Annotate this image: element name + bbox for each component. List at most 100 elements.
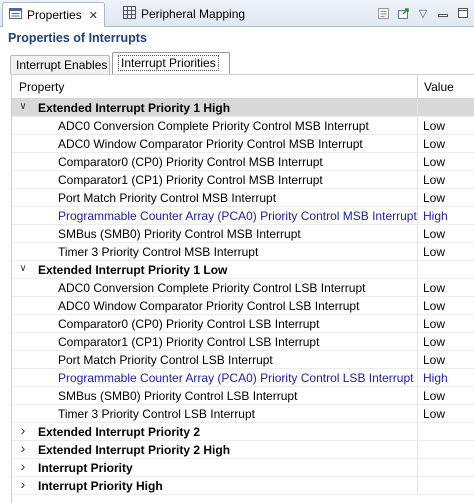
property-value[interactable]: Low: [423, 389, 445, 403]
property-label: Timer 3 Priority Control MSB Interrupt: [58, 245, 259, 259]
column-divider: [417, 153, 418, 170]
property-value[interactable]: Low: [423, 407, 445, 421]
table-row[interactable]: ADC0 Conversion Complete Priority Contro…: [12, 279, 474, 297]
chevron-down-icon[interactable]: ∨: [17, 100, 29, 114]
grid-icon: [123, 5, 136, 22]
close-icon[interactable]: ✕: [89, 9, 98, 22]
table-row[interactable]: Timer 3 Priority Control LSB Interrupt Lo…: [12, 405, 474, 423]
group-label: Extended Interrupt Priority 2 High: [38, 443, 231, 457]
table-row[interactable]: ADC0 Window Comparator Priority Control …: [12, 135, 474, 153]
property-label: Comparator1 (CP1) Priority Control LSB I…: [58, 335, 320, 349]
table-row[interactable]: Port Match Priority Control MSB Interrup…: [12, 189, 474, 207]
column-divider: [417, 405, 418, 422]
property-value[interactable]: Low: [423, 119, 445, 133]
property-label: ADC0 Conversion Complete Priority Contro…: [58, 281, 366, 295]
open-icon[interactable]: [396, 6, 410, 20]
tab-properties[interactable]: Properties ✕: [2, 2, 105, 27]
tab-peripheral-mapping-label: Peripheral Mapping: [141, 6, 246, 21]
group-label: Extended Interrupt Priority 1 Low: [38, 263, 228, 277]
property-label: SMBus (SMB0) Priority Control LSB Interr…: [58, 389, 298, 403]
tab-interrupt-priorities-label: Interrupt Priorities: [118, 55, 219, 71]
property-label: Programmable Counter Array (PCA0) Priori…: [58, 371, 414, 385]
tab-properties-label: Properties: [27, 8, 82, 22]
table-row[interactable]: Programmable Counter Array (PCA0) Priori…: [12, 207, 474, 225]
table-row[interactable]: Comparator1 (CP1) Priority Control LSB I…: [12, 333, 474, 351]
properties-icon: [9, 7, 22, 23]
column-divider[interactable]: [417, 75, 418, 98]
table-row[interactable]: SMBus (SMB0) Priority Control MSB Interr…: [12, 225, 474, 243]
view-toolbar: ▽: [376, 4, 470, 22]
column-divider: [417, 225, 418, 242]
properties-table: Property Value ∨ Extended Interrupt Prior…: [11, 74, 474, 503]
property-value[interactable]: Low: [423, 317, 445, 331]
column-divider: [417, 333, 418, 350]
column-header-value[interactable]: Value: [424, 80, 454, 94]
property-value[interactable]: Low: [423, 281, 445, 295]
minimize-icon[interactable]: [436, 6, 450, 20]
column-divider: [417, 207, 418, 224]
restore-defaults-icon[interactable]: [376, 6, 390, 20]
group-row[interactable]: ∨ Extended Interrupt Priority 1 High: [12, 99, 474, 117]
property-value[interactable]: Low: [423, 173, 445, 187]
page-title: Properties of Interrupts: [8, 31, 147, 45]
property-label: Port Match Priority Control LSB Interrup…: [58, 353, 273, 367]
chevron-right-icon[interactable]: ›: [17, 459, 29, 474]
table-row[interactable]: ADC0 Window Comparator Priority Control …: [12, 297, 474, 315]
group-label: Interrupt Priority High: [38, 479, 163, 493]
group-row[interactable]: › Interrupt Priority High: [12, 477, 474, 495]
table-row[interactable]: Comparator0 (CP0) Priority Control MSB I…: [12, 153, 474, 171]
column-divider: [417, 261, 418, 278]
property-value[interactable]: Low: [423, 191, 445, 205]
property-label: SMBus (SMB0) Priority Control MSB Interr…: [58, 227, 301, 241]
table-row[interactable]: ADC0 Conversion Complete Priority Contro…: [12, 117, 474, 135]
tab-interrupt-priorities[interactable]: Interrupt Priorities: [112, 52, 230, 74]
table-row[interactable]: Comparator0 (CP0) Priority Control LSB I…: [12, 315, 474, 333]
property-label: Comparator0 (CP0) Priority Control LSB I…: [58, 317, 320, 331]
group-label: Extended Interrupt Priority 1 High: [38, 101, 231, 115]
chevron-down-icon[interactable]: ∨: [17, 262, 29, 276]
column-divider: [417, 315, 418, 332]
table-row[interactable]: Comparator1 (CP1) Priority Control MSB I…: [12, 171, 474, 189]
property-label: Timer 3 Priority Control LSB Interrupt: [58, 407, 255, 421]
column-divider: [417, 243, 418, 260]
tab-peripheral-mapping[interactable]: Peripheral Mapping: [117, 2, 247, 25]
group-row[interactable]: › Extended Interrupt Priority 2: [12, 423, 474, 441]
table-row[interactable]: Timer 3 Priority Control MSB Interrupt Lo…: [12, 243, 474, 261]
column-header-property[interactable]: Property: [19, 80, 64, 94]
chevron-right-icon[interactable]: ›: [17, 477, 29, 492]
column-divider: [417, 459, 418, 476]
group-label: Interrupt Priority: [38, 461, 133, 475]
maximize-icon[interactable]: [456, 6, 470, 20]
view-menu-icon[interactable]: ▽: [416, 6, 430, 20]
tab-interrupt-enables[interactable]: Interrupt Enables: [10, 55, 110, 74]
property-value[interactable]: Low: [423, 137, 445, 151]
property-value[interactable]: High: [423, 209, 448, 223]
group-row[interactable]: ∨ Extended Interrupt Priority 1 Low: [12, 261, 474, 279]
group-label: Extended Interrupt Priority 2: [38, 425, 201, 439]
column-divider: [417, 441, 418, 458]
chevron-right-icon[interactable]: ›: [17, 423, 29, 438]
column-divider: [417, 423, 418, 440]
property-label: Comparator0 (CP0) Priority Control MSB I…: [58, 155, 323, 169]
property-value[interactable]: Low: [423, 155, 445, 169]
column-divider: [417, 171, 418, 188]
property-label: Port Match Priority Control MSB Interrup…: [58, 191, 277, 205]
property-value[interactable]: Low: [423, 335, 445, 349]
property-value[interactable]: Low: [423, 245, 445, 259]
property-label: Comparator1 (CP1) Priority Control MSB I…: [58, 173, 323, 187]
chevron-right-icon[interactable]: ›: [17, 441, 29, 456]
property-value[interactable]: Low: [423, 299, 445, 313]
property-label: Programmable Counter Array (PCA0) Priori…: [58, 209, 417, 223]
table-row[interactable]: Port Match Priority Control LSB Interrup…: [12, 351, 474, 369]
table-row[interactable]: Programmable Counter Array (PCA0) Priori…: [12, 369, 474, 387]
column-divider: [417, 189, 418, 206]
column-divider: [417, 351, 418, 368]
column-divider: [417, 369, 418, 386]
property-value[interactable]: High: [423, 371, 448, 385]
property-value[interactable]: Low: [423, 227, 445, 241]
property-value[interactable]: Low: [423, 353, 445, 367]
group-row[interactable]: › Interrupt Priority: [12, 459, 474, 477]
table-row[interactable]: SMBus (SMB0) Priority Control LSB Interr…: [12, 387, 474, 405]
group-row[interactable]: › Extended Interrupt Priority 2 High: [12, 441, 474, 459]
column-divider: [417, 135, 418, 152]
